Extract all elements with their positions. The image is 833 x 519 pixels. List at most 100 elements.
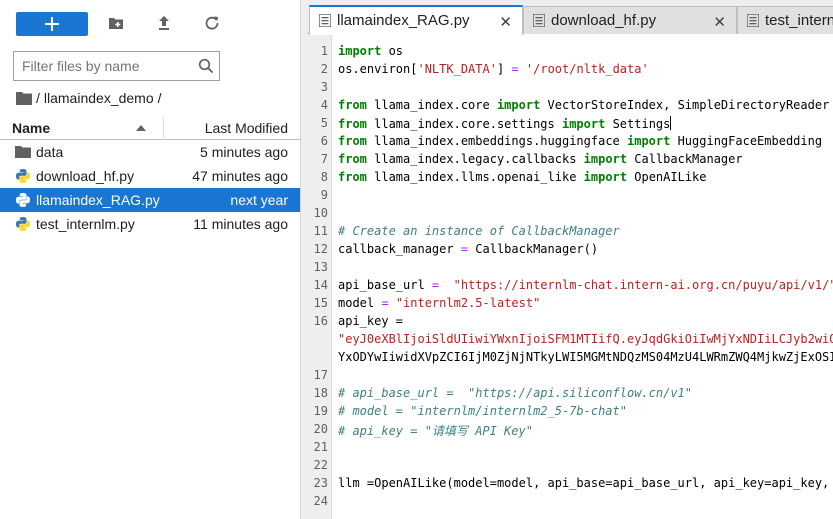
tab-download-hf[interactable]: download_hf.py ✕ — [523, 6, 737, 34]
line-number: 12 — [313, 242, 328, 256]
code-text: from llama_index.legacy.callbacks import… — [338, 152, 743, 166]
python-icon — [16, 193, 30, 207]
code-line[interactable]: 4 from llama_index.core import VectorStor… — [307, 97, 833, 115]
file-row-download-hf[interactable]: download_hf.py 47 minutes ago — [0, 164, 300, 188]
new-launcher-button[interactable] — [16, 12, 88, 36]
file-modified: 11 minutes ago — [193, 216, 288, 232]
column-modified-header[interactable]: Last Modified — [205, 120, 288, 136]
line-number: 5 — [320, 116, 328, 130]
line-number: 1 — [320, 44, 328, 58]
file-browser-toolbar — [16, 12, 296, 36]
upload-icon — [159, 16, 169, 30]
new-folder-button[interactable] — [108, 15, 126, 33]
file-row-data[interactable]: data 5 minutes ago — [0, 140, 300, 164]
line-number: 22 — [313, 458, 328, 472]
line-number: 14 — [313, 278, 328, 292]
code-text: # api_base_url = "https://api.siliconflo… — [338, 386, 693, 400]
breadcrumb: / llamaindex_demo / — [16, 88, 166, 108]
tab-label: llamaindex_RAG.py — [337, 12, 470, 29]
code-line[interactable]: "eyJ0eXBlIjoiSldUIiwiYWxnIjoiSFM1MTIifQ.… — [307, 331, 833, 349]
column-divider[interactable] — [163, 116, 164, 140]
code-text: llm =OpenAILike(model=model, api_base=ap… — [338, 476, 833, 490]
line-number: 4 — [320, 98, 328, 112]
code-line[interactable]: 16 api_key = — [307, 313, 833, 331]
file-name: data — [36, 144, 64, 160]
line-number: 17 — [313, 368, 328, 382]
code-text: # Create an instance of CallbackManager — [338, 224, 620, 238]
code-line[interactable]: 11 # Create an instance of CallbackManage… — [307, 223, 833, 241]
code-text: import os — [338, 44, 404, 58]
code-text: api_base_url = "https://internlm-chat.in… — [338, 278, 833, 292]
breadcrumb-separator: / — [157, 90, 162, 106]
line-number: 11 — [313, 224, 328, 238]
code-line[interactable]: 3 — [307, 79, 833, 97]
code-text: # api_key = "请填写 API Key" — [338, 424, 533, 438]
code-line[interactable]: 19 # model = "internlm/internlm2_5-7b-cha… — [307, 403, 833, 421]
code-line[interactable]: YxODYwIiwidXVpZCI6IjM0ZjNjNTkyLWI5MGMtND… — [307, 349, 833, 367]
code-line[interactable]: 1 import os — [307, 43, 833, 61]
code-line[interactable]: 7 from llama_index.legacy.callbacks impor… — [307, 151, 833, 169]
file-modified: 47 minutes ago — [192, 168, 288, 184]
code-line[interactable]: 13 — [307, 259, 833, 277]
code-text: YxODYwIiwidXVpZCI6IjM0ZjNjNTkyLWI5MGMtND… — [338, 350, 833, 364]
tab-test-internlm[interactable]: test_internl — [737, 6, 833, 34]
upload-button[interactable] — [156, 15, 174, 33]
line-number: 3 — [320, 80, 328, 94]
file-list-header: Name Last Modified — [0, 116, 300, 140]
line-number: 8 — [320, 170, 328, 184]
file-name: test_internlm.py — [36, 216, 135, 232]
refresh-button[interactable] — [204, 15, 222, 33]
code-text: model = "internlm2.5-latest" — [338, 296, 541, 310]
code-line[interactable]: 8 from llama_index.llms.openai_like impor… — [307, 169, 833, 187]
new-folder-icon — [109, 18, 123, 29]
line-number: 21 — [313, 440, 328, 454]
code-line[interactable]: 12 callback_manager = CallbackManager() — [307, 241, 833, 259]
code-line[interactable]: 23 llm =OpenAILike(model=model, api_base=… — [307, 475, 833, 493]
code-line[interactable]: 20 # api_key = "请填写 API Key" — [307, 421, 833, 439]
code-text: api_key = — [338, 314, 404, 328]
home-folder-icon[interactable] — [16, 91, 32, 105]
code-line[interactable]: 5 from llama_index.core.settings import S… — [307, 115, 833, 133]
text-file-icon — [533, 14, 545, 27]
code-line[interactable]: 22 — [307, 457, 833, 475]
file-browser-panel: / llamaindex_demo / Name Last Modified d… — [0, 0, 300, 519]
code-line[interactable]: 17 — [307, 367, 833, 385]
close-icon[interactable]: ✕ — [713, 13, 726, 31]
filter-files-input[interactable] — [14, 52, 194, 80]
file-modified: 5 minutes ago — [200, 144, 288, 160]
python-icon — [16, 169, 30, 183]
code-line[interactable]: 21 — [307, 439, 833, 457]
file-name: llamaindex_RAG.py — [36, 192, 160, 208]
file-row-llamaindex-rag[interactable]: llamaindex_RAG.py next year — [0, 188, 300, 212]
code-line[interactable]: 18 # api_base_url = "https://api.siliconf… — [307, 385, 833, 403]
line-number: 19 — [313, 404, 328, 418]
close-icon[interactable]: ✕ — [499, 13, 512, 31]
column-name-header[interactable]: Name — [12, 120, 50, 136]
tab-llamaindex-rag[interactable]: llamaindex_RAG.py ✕ — [309, 5, 523, 35]
code-line[interactable]: 6 from llama_index.embeddings.huggingface… — [307, 133, 833, 151]
code-line[interactable]: 2 os.environ['NLTK_DATA'] = '/root/nltk_d… — [307, 61, 833, 79]
code-line[interactable]: 14 api_base_url = "https://internlm-chat.… — [307, 277, 833, 295]
breadcrumb-separator: / — [36, 90, 40, 106]
code-text: # model = "internlm/internlm2_5-7b-chat" — [338, 404, 627, 418]
line-number: 9 — [320, 188, 328, 202]
code-line[interactable]: 9 — [307, 187, 833, 205]
panel-resize-handle[interactable] — [300, 0, 307, 519]
line-number: 23 — [313, 476, 328, 490]
sort-ascending-icon[interactable] — [136, 125, 146, 131]
code-line[interactable]: 15 model = "internlm2.5-latest" — [307, 295, 833, 313]
breadcrumb-folder[interactable]: llamaindex_demo — [44, 90, 154, 106]
tab-label: download_hf.py — [551, 12, 657, 29]
refresh-icon — [205, 16, 219, 30]
code-editor[interactable]: 1 import os 2 os.environ['NLTK_DATA'] = '/r… — [307, 35, 833, 519]
line-number: 13 — [313, 260, 328, 274]
line-number: 24 — [313, 494, 328, 508]
text-cursor — [670, 116, 672, 130]
file-row-test-internlm[interactable]: test_internlm.py 11 minutes ago — [0, 212, 300, 236]
code-line[interactable]: 10 — [307, 205, 833, 223]
search-icon — [198, 58, 214, 74]
tab-label: test_internl — [765, 12, 833, 29]
code-line[interactable]: 24 — [307, 493, 833, 511]
line-number: 15 — [313, 296, 328, 310]
filter-files-field[interactable] — [13, 51, 220, 81]
